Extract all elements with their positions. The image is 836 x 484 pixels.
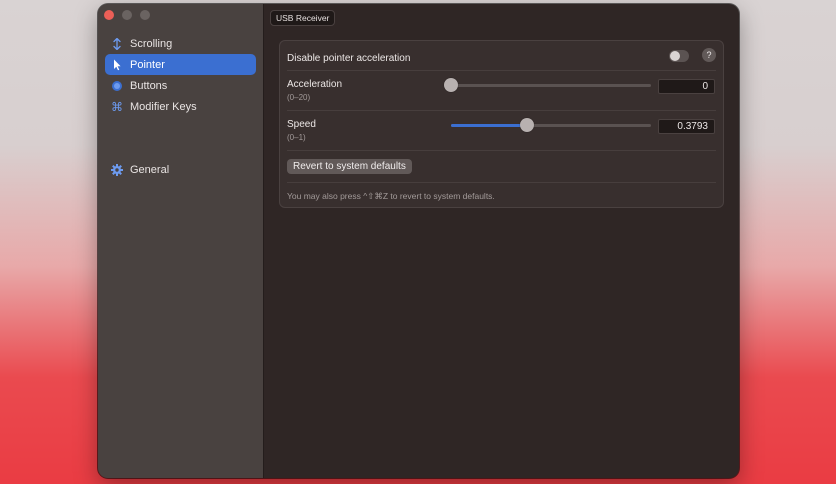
- gear-icon: [111, 163, 123, 176]
- speed-value-field[interactable]: 0.3793: [658, 119, 715, 134]
- sidebar-item-general[interactable]: General: [105, 159, 256, 180]
- sidebar-item-label: General: [130, 163, 170, 176]
- sidebar-nav: Scrolling Pointer Buttons ⌘ Modifier Key…: [105, 33, 256, 180]
- window-controls: [104, 10, 150, 20]
- sidebar-item-label: Buttons: [130, 79, 168, 92]
- command-key-icon: ⌘: [111, 99, 123, 114]
- close-window-button[interactable]: [104, 10, 114, 20]
- revert-hint: You may also press ^⇧⌘Z to revert to sys…: [287, 191, 495, 201]
- sidebar-item-label: Modifier Keys: [130, 100, 197, 113]
- help-button[interactable]: ?: [702, 48, 716, 62]
- slider-thumb[interactable]: [444, 78, 458, 92]
- toggle-knob: [670, 51, 680, 61]
- acceleration-range: (0–20): [287, 93, 311, 102]
- device-tab[interactable]: USB Receiver: [270, 10, 336, 26]
- sidebar: Scrolling Pointer Buttons ⌘ Modifier Key…: [98, 4, 264, 478]
- updown-arrows-icon: [111, 37, 123, 50]
- minimize-window-button[interactable]: [122, 10, 132, 20]
- revert-defaults-button[interactable]: Revert to system defaults: [287, 159, 412, 174]
- zoom-window-button[interactable]: [140, 10, 150, 20]
- slider-track: [451, 84, 651, 87]
- disable-accel-row: Disable pointer acceleration: [287, 48, 716, 66]
- speed-slider[interactable]: [451, 118, 651, 132]
- sidebar-item-pointer[interactable]: Pointer: [105, 54, 256, 75]
- pointer-arrow-icon: [111, 59, 123, 71]
- sidebar-item-buttons[interactable]: Buttons: [105, 75, 256, 96]
- circle-icon: [111, 80, 123, 92]
- acceleration-value-field[interactable]: 0: [658, 79, 715, 94]
- settings-panel: Disable pointer acceleration ? Accelerat…: [279, 40, 724, 208]
- main-content: USB Receiver Disable pointer acceleratio…: [264, 4, 739, 478]
- slider-thumb[interactable]: [519, 118, 534, 132]
- sidebar-item-label: Pointer: [130, 58, 165, 71]
- disable-accel-label: Disable pointer acceleration: [287, 53, 411, 64]
- acceleration-slider[interactable]: [444, 78, 651, 92]
- speed-range: (0–1): [287, 133, 306, 142]
- sidebar-item-modifier-keys[interactable]: ⌘ Modifier Keys: [105, 96, 256, 117]
- sidebar-item-label: Scrolling: [130, 37, 173, 50]
- disable-accel-toggle[interactable]: [669, 50, 689, 62]
- slider-fill: [451, 124, 527, 127]
- app-window: Scrolling Pointer Buttons ⌘ Modifier Key…: [98, 4, 739, 478]
- sidebar-item-scrolling[interactable]: Scrolling: [105, 33, 256, 54]
